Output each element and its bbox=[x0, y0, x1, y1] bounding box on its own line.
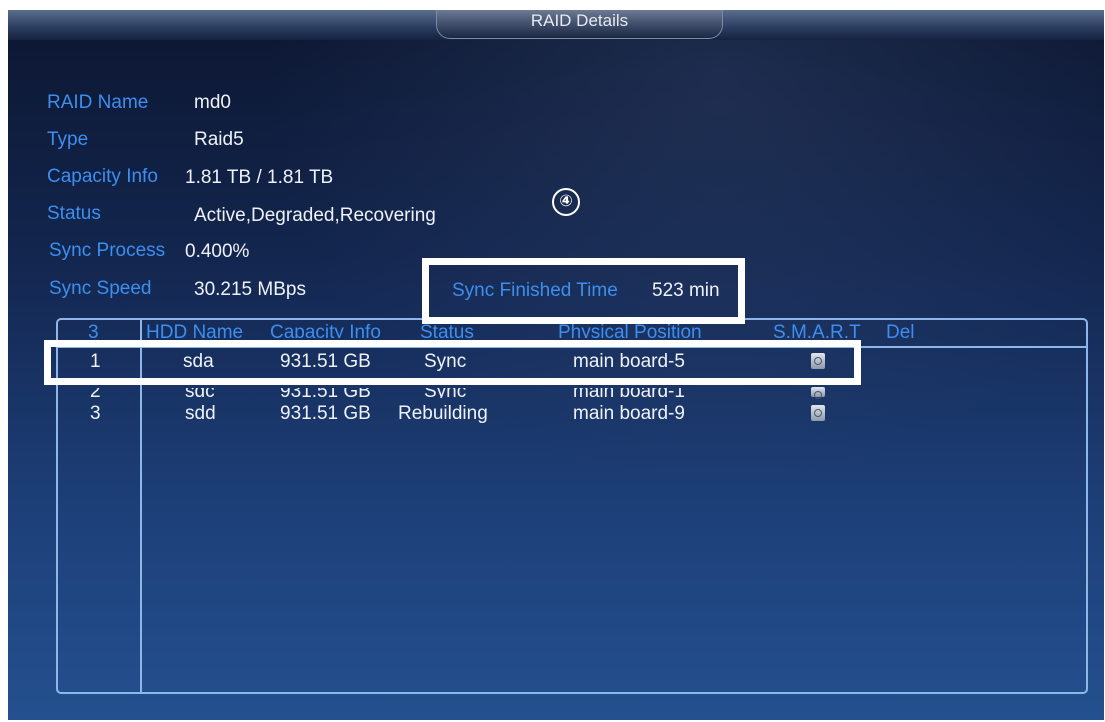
row-hdd-name: sdc bbox=[185, 388, 215, 398]
column-header-smart[interactable]: S.M.A.R.T bbox=[773, 322, 861, 338]
row-physical-position: main board-9 bbox=[573, 403, 685, 424]
column-header-status[interactable]: Status bbox=[420, 322, 474, 338]
column-header-del[interactable]: Del bbox=[886, 322, 915, 338]
sync-process-value: 0.400% bbox=[185, 241, 250, 262]
row-status: Sync bbox=[424, 388, 466, 398]
sync-speed-value: 30.215 MBps bbox=[194, 279, 306, 300]
row-physical-position: main board-1 bbox=[573, 388, 685, 398]
step-number-marker: ④ bbox=[552, 188, 580, 216]
row-capacity-text: 931.51 GB bbox=[280, 388, 371, 398]
row-status: Rebuilding bbox=[398, 403, 488, 424]
sync-speed-label: Sync Speed bbox=[49, 278, 152, 299]
row-index-text: 2 bbox=[90, 388, 101, 398]
row-status-text: Sync bbox=[424, 388, 466, 398]
raid-details-screen: RAID Details RAID Name md0 Type Raid5 Ca… bbox=[8, 10, 1104, 720]
first-disk-row-highlight bbox=[44, 340, 861, 385]
column-header-index: 3 bbox=[88, 322, 99, 338]
column-header-physical-position[interactable]: Physical Position bbox=[558, 322, 702, 338]
type-value: Raid5 bbox=[194, 129, 244, 150]
column-header-capacity-info[interactable]: Capacity Info bbox=[270, 322, 381, 338]
row-index: 3 bbox=[90, 403, 101, 424]
sync-finished-time-highlight bbox=[422, 258, 745, 324]
sync-process-label: Sync Process bbox=[49, 240, 166, 261]
column-header-hdd-name[interactable]: HDD Name bbox=[146, 322, 243, 338]
capacity-info-value: 1.81 TB / 1.81 TB bbox=[185, 167, 334, 188]
window-title: RAID Details bbox=[436, 10, 723, 39]
disk-smart-icon[interactable] bbox=[811, 387, 825, 399]
raid-name-value: md0 bbox=[194, 92, 231, 113]
disk-smart-icon[interactable] bbox=[811, 405, 825, 421]
row-index: 2 bbox=[90, 388, 101, 398]
type-label: Type bbox=[47, 129, 89, 150]
row-capacity: 931.51 GB bbox=[280, 388, 371, 398]
row-hdd-name-text: sdc bbox=[185, 388, 215, 398]
row-hdd-name: sdd bbox=[185, 403, 216, 424]
status-value: Active,Degraded,Recovering bbox=[194, 205, 436, 226]
capacity-info-label: Capacity Info bbox=[47, 166, 158, 187]
raid-name-label: RAID Name bbox=[47, 92, 149, 113]
row-physical-position-text: main board-1 bbox=[573, 388, 685, 398]
row-capacity: 931.51 GB bbox=[280, 403, 371, 424]
status-label: Status bbox=[47, 203, 101, 224]
